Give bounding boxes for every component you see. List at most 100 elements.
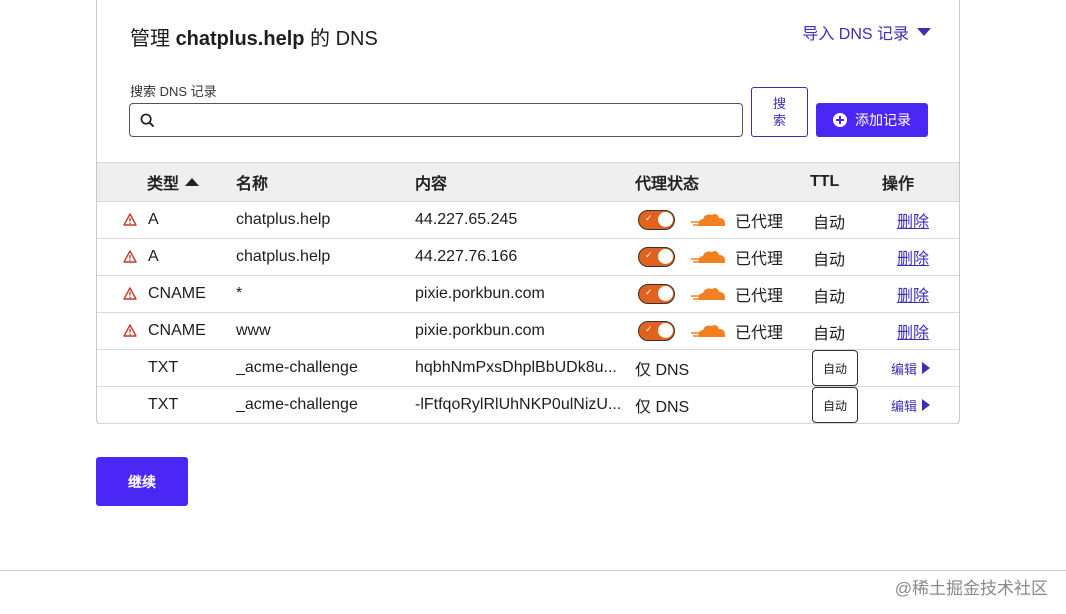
cell-name: * — [236, 285, 243, 302]
proxy-label: 已代理 — [735, 214, 784, 231]
cell-content: 44.227.76.166 — [415, 248, 518, 265]
check-icon: ✓ — [645, 213, 653, 223]
cell-proxy: ✓ 已代理 — [638, 313, 808, 349]
table-row: CNAME * pixie.porkbun.com ✓ 已代理 自动 删除 — [97, 276, 959, 313]
cell-name: _acme-challenge — [236, 359, 358, 376]
proxy-toggle[interactable]: ✓ — [638, 247, 675, 267]
cell-proxy: 仅 DNS — [635, 399, 690, 416]
cell-type: TXT — [148, 396, 179, 413]
footer-divider — [0, 570, 1066, 571]
cloud-icon — [691, 251, 725, 263]
ttl-select[interactable]: 自动 — [812, 350, 858, 386]
delete-link[interactable]: 删除 — [897, 319, 929, 343]
table-row: TXT _acme-challenge hqbhNmPxsDhplBbUDk8u..… — [97, 350, 959, 387]
table-row: TXT _acme-challenge -lFtfqoRylRlUhNKP0ulNi… — [97, 387, 959, 424]
table-row: CNAME www pixie.porkbun.com ✓ 已代理 自动 删除 — [97, 313, 959, 350]
warning-icon — [123, 287, 137, 300]
edit-button[interactable]: 编辑 — [891, 359, 931, 378]
proxy-toggle[interactable]: ✓ — [638, 321, 675, 341]
toggle-knob — [658, 249, 673, 264]
table-row: Achatplus.help 44.227.76.166 ✓ 已代理 自动 删除 — [97, 239, 959, 276]
search-button-line1: 搜 — [772, 96, 786, 111]
table-header: 类型 名称 内容 代理状态 TTL 操作 — [97, 162, 959, 202]
title-prefix: 管理 — [130, 28, 170, 50]
search-icon — [140, 113, 155, 127]
delete-link[interactable]: 删除 — [897, 208, 929, 232]
warning-icon — [123, 213, 137, 226]
cloud-icon — [691, 325, 725, 337]
cell-action: 删除 — [897, 276, 947, 312]
cell-content: -lFtfqoRylRlUhNKP0ulNizU... — [415, 396, 622, 413]
search-button-line2: 索 — [772, 113, 786, 128]
cell-ttl: 自动 — [812, 350, 862, 386]
table-row: Achatplus.help 44.227.65.245 ✓ 已代理 自动 删除 — [97, 202, 959, 239]
cell-type: A — [148, 248, 159, 265]
edit-label: 编辑 — [891, 398, 918, 414]
continue-button[interactable]: 继续 — [96, 457, 188, 506]
sort-ascending-icon — [185, 178, 200, 186]
cell-proxy: ✓ 已代理 — [638, 276, 808, 312]
header-name: 名称 — [236, 176, 269, 193]
cell-action: 删除 — [897, 202, 947, 238]
cell-proxy: ✓ 已代理 — [638, 239, 808, 275]
caret-right-icon — [922, 362, 931, 374]
cell-name: chatplus.help — [236, 211, 331, 228]
cell-content: hqbhNmPxsDhplBbUDk8u... — [415, 359, 617, 376]
check-icon: ✓ — [645, 324, 653, 334]
warning-icon — [123, 324, 137, 337]
proxy-toggle[interactable]: ✓ — [638, 284, 675, 304]
check-icon: ✓ — [645, 250, 653, 260]
title-suffix: 的 DNS — [310, 28, 378, 50]
warning-icon — [123, 250, 137, 263]
import-dns-label: 导入 DNS 记录 — [802, 26, 909, 43]
cell-action: 删除 — [897, 239, 947, 275]
cell-ttl: 自动 — [812, 387, 862, 423]
toggle-knob — [658, 286, 673, 301]
caret-down-icon — [917, 28, 931, 36]
search-label: 搜索 DNS 记录 — [130, 84, 217, 99]
cell-action: 编辑 — [891, 350, 951, 386]
toggle-knob — [658, 323, 673, 338]
cell-proxy: 仅 DNS — [635, 362, 690, 379]
proxy-label: 已代理 — [735, 251, 784, 268]
cell-name: chatplus.help — [236, 248, 331, 265]
cloud-icon — [691, 214, 725, 226]
header-actions: 操作 — [882, 176, 915, 193]
cell-type: A — [148, 211, 159, 228]
cell-type: TXT — [148, 359, 179, 376]
cell-content: pixie.porkbun.com — [415, 285, 545, 302]
search-input[interactable] — [161, 104, 742, 136]
toggle-knob — [658, 212, 673, 227]
edit-label: 编辑 — [891, 361, 918, 377]
cell-type: CNAME — [148, 285, 206, 302]
delete-link[interactable]: 删除 — [897, 245, 929, 269]
add-record-label: 添加记录 — [855, 112, 911, 128]
cell-ttl: 自动 — [813, 289, 846, 306]
cell-proxy: ✓ 已代理 — [638, 202, 808, 238]
edit-button[interactable]: 编辑 — [891, 396, 931, 415]
header-content: 内容 — [415, 176, 448, 193]
check-icon: ✓ — [645, 287, 653, 297]
cell-action: 编辑 — [891, 387, 951, 423]
proxy-toggle[interactable]: ✓ — [638, 210, 675, 230]
delete-link[interactable]: 删除 — [897, 282, 929, 306]
search-button[interactable]: 搜 索 — [751, 87, 808, 137]
cell-type: CNAME — [148, 322, 206, 339]
cell-ttl: 自动 — [813, 215, 846, 232]
header-type[interactable]: 类型 — [147, 163, 200, 201]
proxy-label: 已代理 — [735, 325, 784, 342]
cell-action: 删除 — [897, 313, 947, 349]
cell-name: www — [236, 322, 271, 339]
cloud-icon — [691, 288, 725, 300]
watermark: @稀土掘金技术社区 — [894, 579, 1048, 598]
cell-content: pixie.porkbun.com — [415, 322, 545, 339]
proxy-label: 已代理 — [735, 288, 784, 305]
title-domain: chatplus.help — [175, 28, 305, 50]
dns-card: 管理 chatplus.help 的 DNS 导入 DNS 记录 搜索 DNS … — [96, 0, 960, 424]
ttl-select[interactable]: 自动 — [812, 387, 858, 423]
plus-circle-icon — [833, 113, 847, 127]
import-dns-button[interactable]: 导入 DNS 记录 — [802, 20, 931, 44]
search-field[interactable] — [129, 103, 743, 137]
add-record-button[interactable]: 添加记录 — [816, 103, 928, 137]
cell-content: 44.227.65.245 — [415, 211, 518, 228]
